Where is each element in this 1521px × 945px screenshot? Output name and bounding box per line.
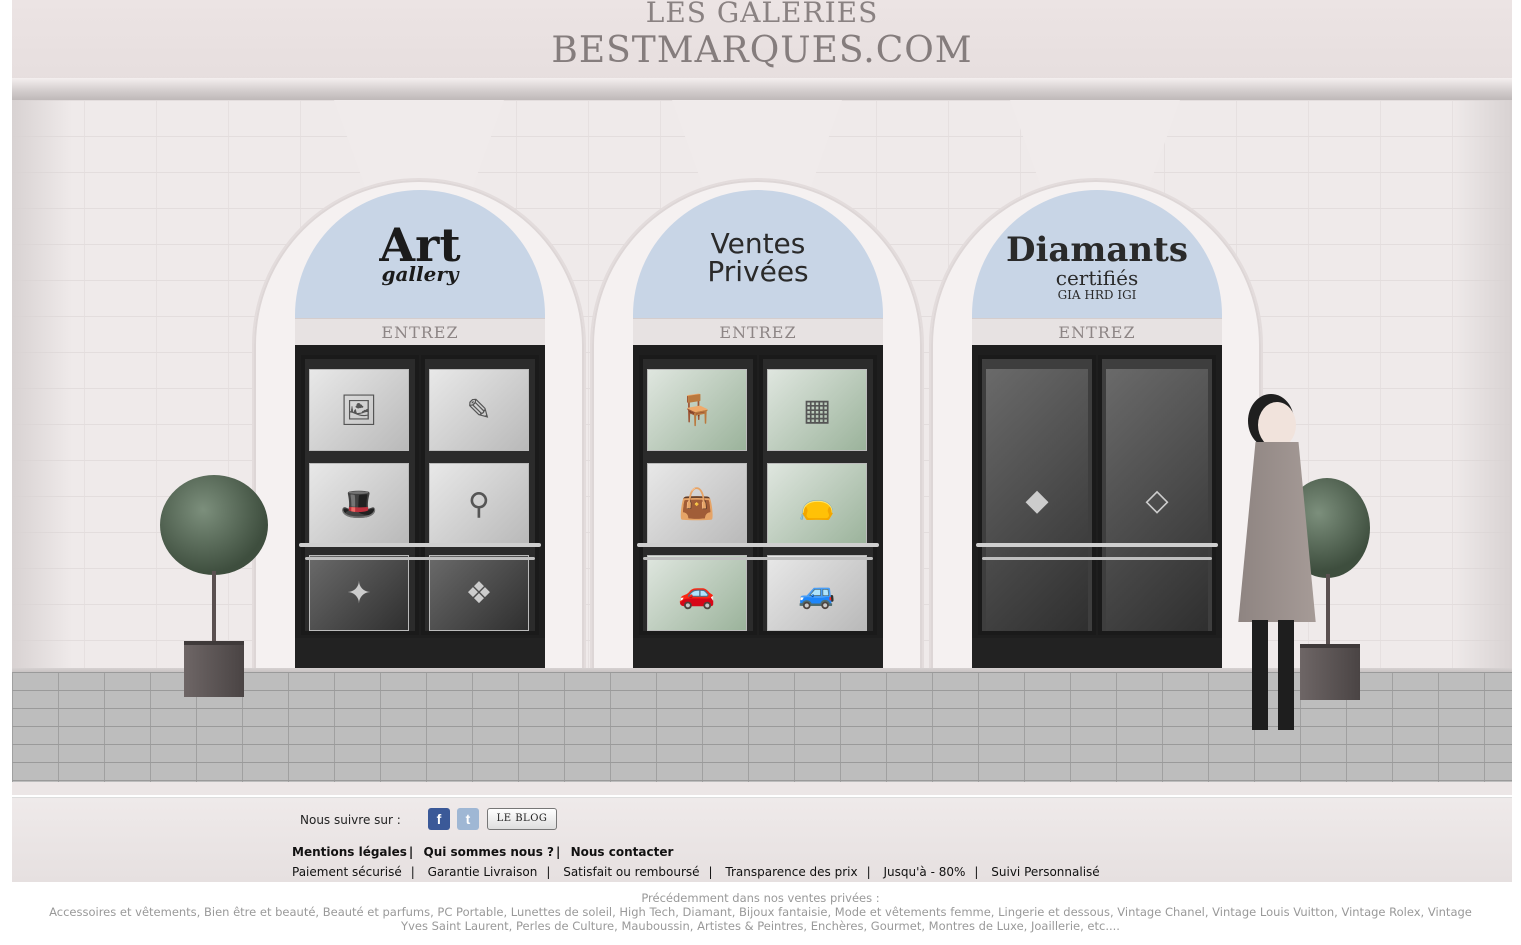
enter-ventes-label[interactable]: ENTREZ <box>633 318 883 346</box>
sign-diamants-subtitle: certifiés <box>1055 266 1139 290</box>
diamond-icon: ◆ <box>986 369 1088 631</box>
storefront-scene: LES GALERIES BESTMARQUES.COM Art gallery… <box>12 0 1512 795</box>
ventes-auto-icon: 🚙 <box>767 555 867 631</box>
previous-sales-label: Précédemment dans nos ventes privées : <box>641 891 880 905</box>
header-band: LES GALERIES BESTMARQUES.COM <box>12 0 1512 86</box>
topiary-plant-left-icon <box>160 475 270 700</box>
door-art-right-panel: ✎ ⚲ ❖ <box>421 355 539 635</box>
sign-ventes-line2: Privées <box>707 255 809 288</box>
previous-sales: Précédemment dans nos ventes privées : A… <box>0 891 1521 933</box>
door-ventes-left-panel: 🪑 👜 🚗 <box>639 355 757 635</box>
cornice <box>12 78 1512 100</box>
wall-shade-right <box>1452 100 1512 685</box>
ventes-handbag-icon: 👜 <box>647 463 747 545</box>
facebook-icon[interactable]: f <box>428 808 450 830</box>
blog-button[interactable]: LE BLOG <box>487 808 557 830</box>
link-suivi-personnalise[interactable]: Suivi Personnalisé <box>991 865 1099 879</box>
link-jusqua-80[interactable]: Jusqu'à - 80% <box>883 865 965 879</box>
brand-subtitle: LES GALERIES <box>645 0 879 29</box>
footer-secondary-links: Paiement sécurisé | Garantie Livraison | S… <box>292 865 1100 879</box>
art-pipe-icon: ⚲ <box>429 463 529 545</box>
door-art-handle <box>299 543 541 547</box>
art-sketch-icon: ✎ <box>429 369 529 451</box>
twitter-icon[interactable]: t <box>457 808 479 830</box>
door-art-handle-lower <box>305 557 535 560</box>
door-diamants-left-panel: ◆ <box>978 355 1096 635</box>
art-abstract-icon: ✦ <box>309 555 409 631</box>
door-diamants-right-panel: ◇ <box>1098 355 1216 635</box>
link-transparence-prix[interactable]: Transparence des prix <box>725 865 857 879</box>
previous-sales-categories: Accessoires et vêtements, Bien être et b… <box>49 905 1472 933</box>
door-ventes-handle-lower <box>643 557 873 560</box>
link-garantie-livraison[interactable]: Garantie Livraison <box>428 865 538 879</box>
follow-label: Nous suivre sur : <box>300 813 401 827</box>
link-nous-contacter[interactable]: Nous contacter <box>571 845 674 859</box>
link-paiement-securise[interactable]: Paiement sécurisé <box>292 865 402 879</box>
sign-diamants-labs: GIA HRD IGI <box>1057 288 1137 302</box>
door-diamants[interactable]: ◆ ◇ <box>972 345 1222 670</box>
footer-primary-links: Mentions légales | Qui sommes nous ? | Nou… <box>292 845 674 859</box>
art-painting-icon: 🖼 <box>309 369 409 451</box>
enter-diamants-label[interactable]: ENTREZ <box>972 318 1222 346</box>
link-mentions-legales[interactable]: Mentions légales <box>292 845 407 859</box>
link-satisfait-rembourse[interactable]: Satisfait ou remboursé <box>563 865 699 879</box>
door-diamants-kickplate <box>972 638 1222 670</box>
ventes-table-icon: ▦ <box>767 369 867 451</box>
door-ventes[interactable]: 🪑 👜 🚗 ▦ 👝 🚙 <box>633 345 883 670</box>
door-ventes-right-panel: ▦ 👝 🚙 <box>759 355 877 635</box>
art-figure-icon: 🎩 <box>309 463 409 545</box>
door-diamants-handle-lower <box>982 557 1212 560</box>
footer: Nous suivre sur : f t LE BLOG Mentions l… <box>12 797 1512 882</box>
woman-illustration-icon <box>1216 398 1336 748</box>
diamond-reflection-icon: ◇ <box>1106 369 1208 631</box>
ventes-bag-icon: 👝 <box>767 463 867 545</box>
ventes-furniture-icon: 🪑 <box>647 369 747 451</box>
door-art[interactable]: 🖼 🎩 ✦ ✎ ⚲ ❖ <box>295 345 545 670</box>
door-art-left-panel: 🖼 🎩 ✦ <box>301 355 419 635</box>
door-diamants-handle <box>976 543 1218 547</box>
sign-diamants-title: Diamants <box>1005 230 1188 270</box>
sign-art-subtitle: gallery <box>381 262 459 286</box>
door-ventes-kickplate <box>633 638 883 670</box>
wall-shade-left <box>12 100 72 685</box>
door-ventes-handle <box>637 543 879 547</box>
link-qui-sommes-nous[interactable]: Qui sommes nous ? <box>424 845 555 859</box>
door-art-kickplate <box>295 638 545 670</box>
sign-ventes-line1: Ventes <box>710 227 806 260</box>
ventes-car-icon: 🚗 <box>647 555 747 631</box>
brand-title[interactable]: BESTMARQUES.COM <box>12 30 1512 71</box>
enter-art-label[interactable]: ENTREZ <box>295 318 545 346</box>
art-mosaic-icon: ❖ <box>429 555 529 631</box>
